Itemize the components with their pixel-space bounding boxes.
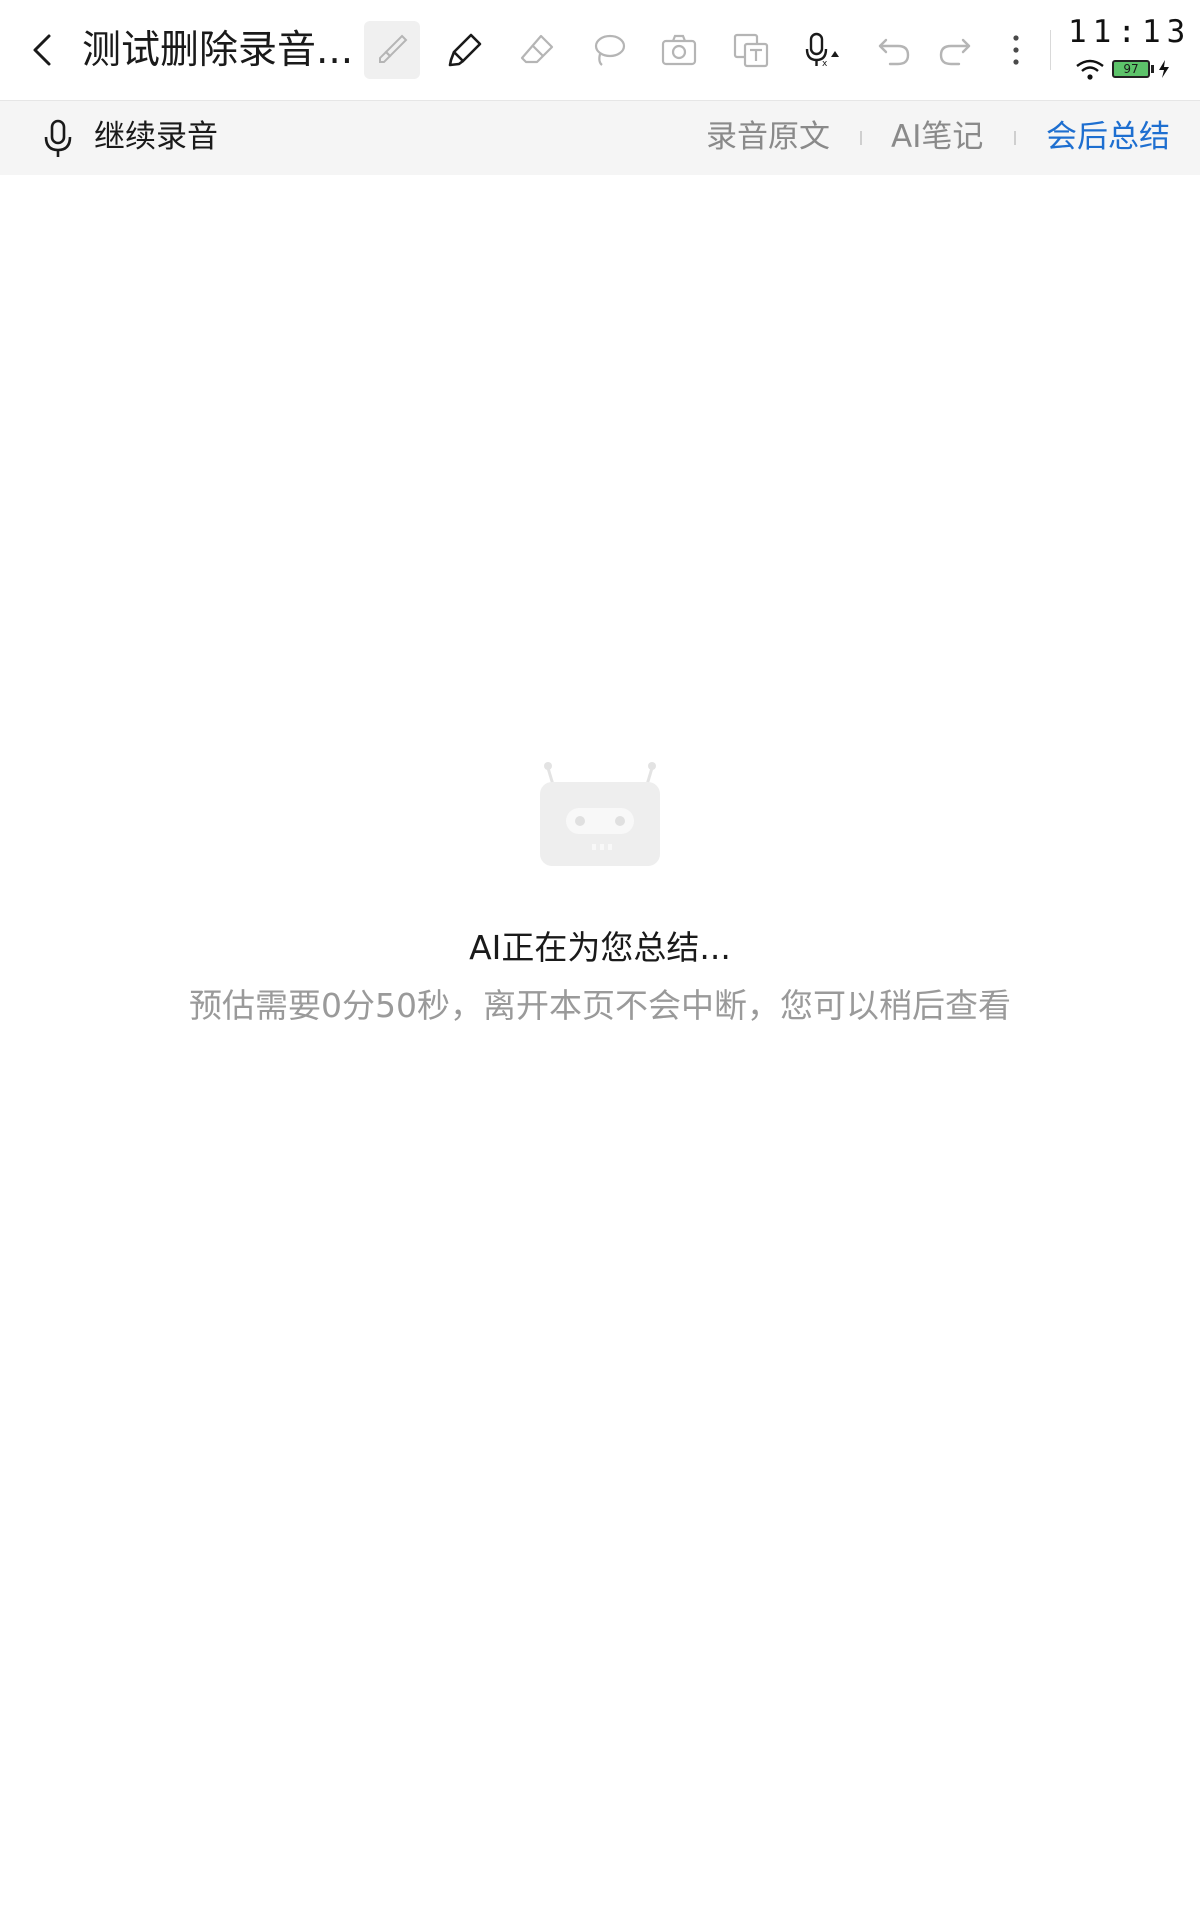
undo-icon	[878, 38, 910, 66]
battery-level: 97	[1112, 60, 1150, 78]
more-menu-button[interactable]	[988, 21, 1044, 79]
camera-icon	[661, 34, 697, 66]
battery-nub	[1151, 65, 1154, 73]
more-vertical-icon	[1013, 35, 1019, 65]
brush-icon	[379, 34, 408, 63]
summary-status-subtitle: 预估需要0分50秒，离开本页不会中断，您可以稍后查看	[189, 986, 1011, 1025]
summary-status-title: AI正在为您总结...	[469, 928, 731, 967]
text-recognition-tool-button[interactable]	[723, 21, 779, 79]
tab-divider	[1014, 131, 1016, 145]
highlighter-tool-button[interactable]	[437, 21, 493, 79]
undo-button[interactable]	[866, 21, 922, 79]
microphone-icon: x	[805, 32, 839, 69]
eraser-icon	[520, 34, 554, 64]
status-bar: 11:13 97	[1062, 14, 1192, 84]
lasso-tool-button[interactable]	[580, 21, 636, 79]
camera-tool-button[interactable]	[651, 21, 707, 79]
wifi-icon	[1076, 59, 1104, 80]
eraser-tool-button[interactable]	[509, 21, 565, 79]
robot-icon	[540, 762, 660, 866]
recording-tab-bar: 继续录音 录音原文 AI笔记 会后总结	[0, 101, 1200, 175]
note-title[interactable]: 测试删除录音...	[82, 26, 353, 76]
highlighter-icon	[448, 33, 482, 67]
brush-tool-button[interactable]	[364, 21, 420, 79]
charging-bolt-icon	[1159, 60, 1169, 78]
text-recognition-icon	[733, 33, 769, 68]
tab-meeting-summary[interactable]: 会后总结	[1046, 115, 1170, 159]
tab-recording-transcript[interactable]: 录音原文	[706, 115, 830, 159]
voice-input-tool-button[interactable]: x	[794, 21, 850, 79]
tab-divider	[860, 131, 862, 145]
chevron-left-icon	[33, 34, 51, 66]
microphone-icon	[44, 119, 72, 157]
redo-button[interactable]	[927, 21, 983, 79]
back-button[interactable]	[22, 28, 62, 72]
redo-icon	[939, 38, 971, 66]
continue-recording-label: 继续录音	[94, 119, 218, 155]
lasso-icon	[594, 34, 626, 66]
clock: 11:13	[1068, 14, 1192, 50]
tab-ai-notes[interactable]: AI笔记	[891, 115, 983, 159]
top-toolbar: 测试删除录音... x 11:13 97	[0, 0, 1200, 101]
svg-text:x: x	[822, 59, 828, 69]
toolbar-divider	[1050, 30, 1051, 70]
